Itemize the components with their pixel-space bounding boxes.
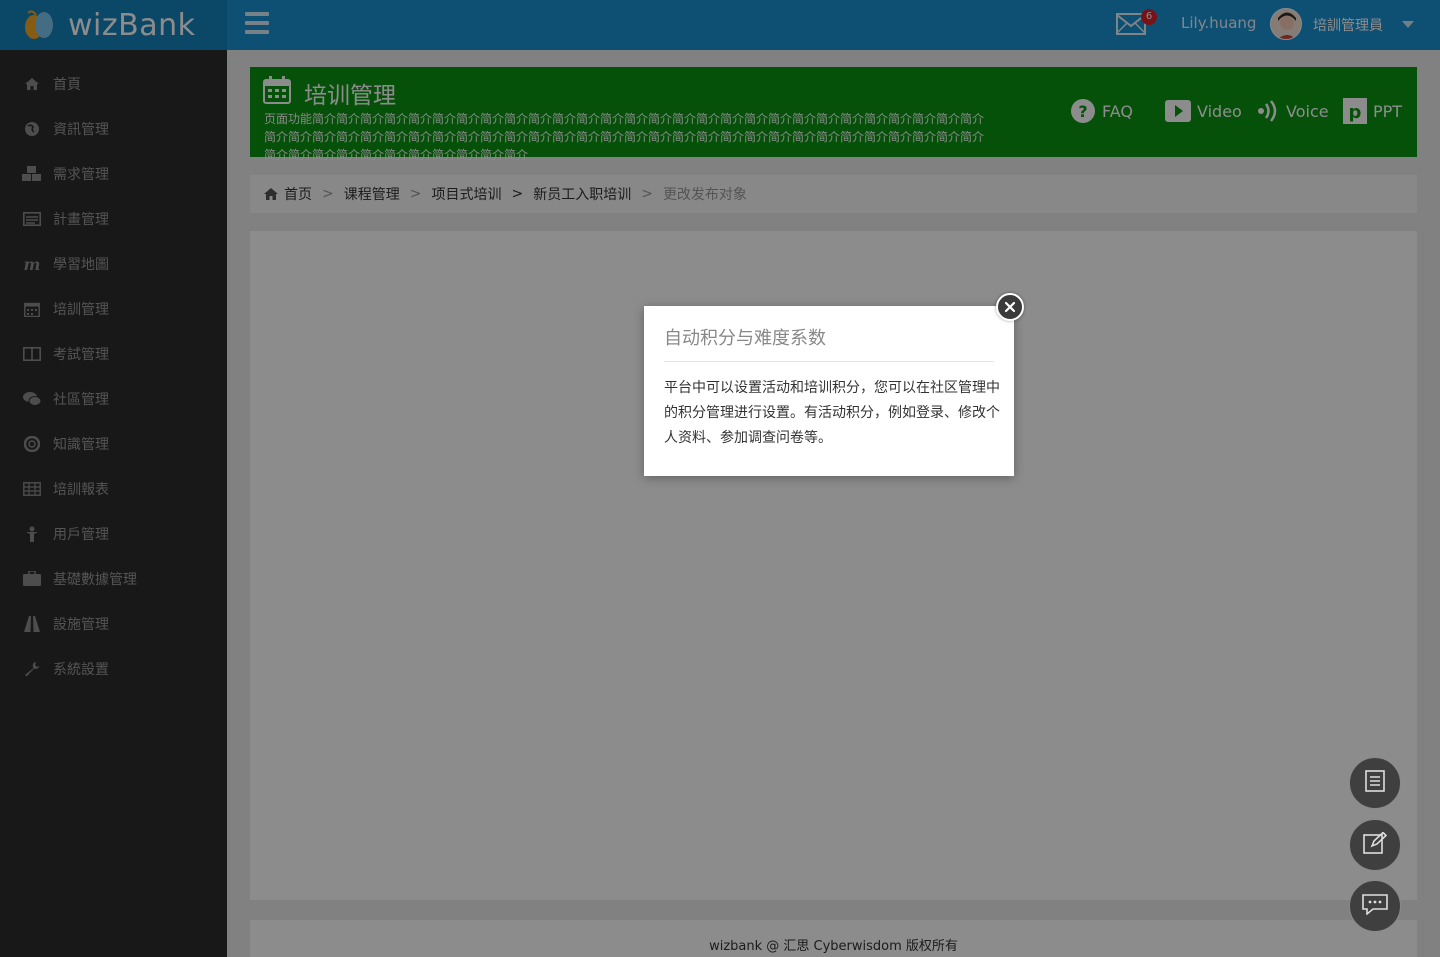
edit-icon: [1363, 831, 1388, 858]
dialog-divider: [664, 361, 994, 362]
document-fab-button[interactable]: [1349, 757, 1401, 809]
dialog-body: 平台中可以设置活动和培训积分，您可以在社区管理中的积分管理进行设置。有活动积分，…: [664, 380, 1000, 446]
chat-bubble-icon: [1361, 893, 1389, 919]
document-icon: [1365, 770, 1385, 796]
modal-backdrop[interactable]: [0, 0, 1440, 957]
close-icon: [1004, 298, 1016, 317]
dialog-close-button[interactable]: [996, 293, 1024, 321]
info-dialog: 自动积分与难度系数 平台中可以设置活动和培训积分，您可以在社区管理中的积分管理进…: [644, 306, 1014, 476]
chat-fab-button[interactable]: [1349, 880, 1401, 932]
dialog-title: 自动积分与难度系数: [664, 328, 826, 349]
edit-fab-button[interactable]: [1349, 819, 1401, 871]
